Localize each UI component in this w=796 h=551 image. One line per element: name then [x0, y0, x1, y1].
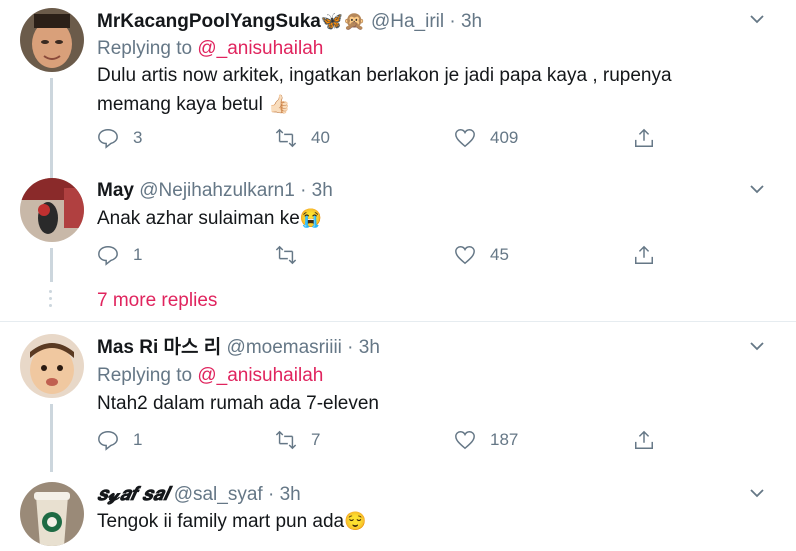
- reply-button[interactable]: 3: [97, 127, 142, 149]
- tweet-text: Anak azhar sulaiman ke😭: [97, 208, 323, 229]
- heart-icon: [455, 246, 475, 265]
- tweet-text: Dulu artis now arkitek, ingatkan berlako…: [97, 65, 672, 115]
- share-button[interactable]: [633, 127, 655, 149]
- retweet-icon: [275, 128, 297, 148]
- heart-icon: [455, 431, 475, 450]
- replying-to: Replying to @_anisuhailah: [97, 38, 324, 59]
- replying-to: Replying to @_anisuhailah: [97, 365, 324, 386]
- like-count: 187: [490, 430, 519, 449]
- more-replies-link[interactable]: 7 more replies: [97, 290, 217, 312]
- handle[interactable]: @moemasriiii: [227, 337, 342, 358]
- thumbs-up-emoji: 👍🏻: [268, 94, 291, 114]
- display-name[interactable]: Mas Ri 마스 리: [97, 337, 221, 358]
- like-count: 45: [490, 245, 509, 264]
- thread-dots: [49, 290, 52, 311]
- thread-line: [50, 78, 53, 178]
- share-icon: [635, 430, 653, 449]
- reply-mention-link[interactable]: @_anisuhailah: [197, 365, 323, 386]
- like-count: 409: [490, 128, 519, 147]
- display-name[interactable]: MrKacangPoolYangSuka: [97, 11, 321, 32]
- retweet-button[interactable]: 40: [275, 127, 330, 149]
- chevron-down-icon[interactable]: [748, 10, 766, 28]
- tweet-actions: 1 45: [97, 244, 677, 268]
- tweet-header: MrKacangPoolYangSuka🦋🙊 @Ha_iril · 3h: [97, 9, 482, 34]
- reply-count: 1: [133, 430, 143, 449]
- heart-icon: [455, 129, 475, 148]
- reply-icon: [98, 431, 118, 451]
- like-button[interactable]: 187: [454, 429, 518, 451]
- reply-button[interactable]: 1: [97, 429, 142, 451]
- handle[interactable]: @sal_syaf: [174, 484, 263, 505]
- reply-button[interactable]: 1: [97, 244, 142, 266]
- share-icon: [635, 245, 653, 264]
- relieved-emoji: 😌: [344, 511, 367, 531]
- retweet-count: 7: [311, 430, 321, 449]
- reply-mention-link[interactable]: @_anisuhailah: [197, 38, 323, 59]
- retweet-button[interactable]: [275, 244, 297, 266]
- like-button[interactable]: 409: [454, 127, 518, 149]
- display-name[interactable]: May: [97, 180, 134, 201]
- tweet-3[interactable]: Mas Ri 마스 리 @moemasriiii · 3h Replying t…: [0, 322, 796, 472]
- avatar[interactable]: [20, 334, 84, 398]
- tweet-2[interactable]: May @Nejihahzulkarn1 · 3h Anak azhar sul…: [0, 170, 796, 320]
- timestamp[interactable]: · 3h: [347, 337, 380, 358]
- timestamp[interactable]: · 3h: [449, 11, 482, 32]
- tweet-1[interactable]: MrKacangPoolYangSuka🦋🙊 @Ha_iril · 3h Rep…: [0, 0, 796, 178]
- share-icon: [635, 128, 653, 147]
- reply-icon: [98, 246, 118, 266]
- reply-count: 1: [133, 245, 143, 264]
- tweet-actions: 1 7 187: [97, 429, 677, 453]
- handle[interactable]: @Nejihahzulkarn1: [139, 180, 295, 201]
- retweet-button[interactable]: 7: [275, 429, 320, 451]
- handle[interactable]: @Ha_iril: [371, 11, 444, 32]
- reply-count: 3: [133, 128, 143, 147]
- reply-icon: [98, 129, 118, 149]
- thread-line: [50, 404, 53, 472]
- tweet-actions: 3 40 409: [97, 127, 677, 151]
- retweet-icon: [275, 245, 297, 265]
- avatar[interactable]: [20, 178, 84, 242]
- retweet-icon: [275, 430, 297, 450]
- chevron-down-icon[interactable]: [748, 180, 766, 198]
- avatar[interactable]: [20, 482, 84, 546]
- crying-emoji: 😭: [299, 208, 323, 228]
- avatar[interactable]: [20, 8, 84, 72]
- name-emoji: 🦋🙊: [320, 11, 366, 31]
- share-button[interactable]: [633, 244, 655, 266]
- display-name[interactable]: 𝒔𝔂𝒂𝒇 𝒔𝒂𝒍: [97, 484, 168, 505]
- tweet-header: 𝒔𝔂𝒂𝒇 𝒔𝒂𝒍 @sal_syaf · 3h: [97, 483, 301, 507]
- like-button[interactable]: 45: [454, 244, 509, 266]
- timestamp[interactable]: · 3h: [300, 180, 333, 201]
- tweet-text: Tengok ii family mart pun ada😌: [97, 511, 367, 532]
- timestamp[interactable]: · 3h: [268, 484, 301, 505]
- tweet-4[interactable]: 𝒔𝔂𝒂𝒇 𝒔𝒂𝒍 @sal_syaf · 3h Tengok ii family…: [0, 472, 796, 551]
- chevron-down-icon[interactable]: [748, 337, 766, 355]
- tweet-header: Mas Ri 마스 리 @moemasriiii · 3h: [97, 336, 380, 360]
- share-button[interactable]: [633, 429, 655, 451]
- thread-line: [50, 248, 53, 282]
- retweet-count: 40: [311, 128, 330, 147]
- chevron-down-icon[interactable]: [748, 484, 766, 502]
- tweet-text: Ntah2 dalam rumah ada 7-eleven: [97, 393, 380, 414]
- tweet-header: May @Nejihahzulkarn1 · 3h: [97, 179, 333, 203]
